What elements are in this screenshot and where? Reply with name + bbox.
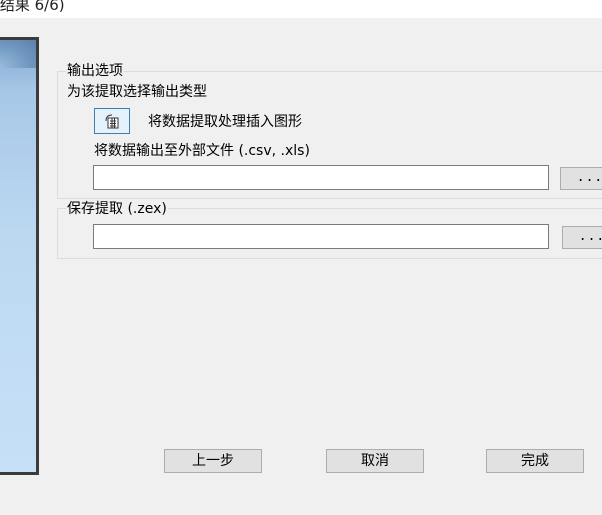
insert-graph-button[interactable] [94,108,130,134]
save-extraction-legend: 保存提取 (.zex) [66,201,168,217]
preview-image-corner [0,40,36,68]
finish-button[interactable]: 完成 [486,449,584,473]
back-button[interactable]: 上一步 [164,449,262,473]
graph-insert-icon [105,114,119,129]
output-options-legend: 输出选项 [66,63,124,79]
window-title: (结果 6/6) [0,0,65,14]
insert-graph-label: 将数据提取处理插入图形 [148,114,302,130]
title-bar: (结果 6/6) [0,0,602,18]
export-path-input[interactable] [93,165,549,190]
export-file-label: 将数据输出至外部文件 (.csv, .xls) [94,143,310,159]
output-type-subtitle: 为该提取选择输出类型 [67,84,207,100]
wizard-preview-image [0,37,39,475]
cancel-button[interactable]: 取消 [326,449,424,473]
save-path-input[interactable] [93,224,549,249]
save-browse-button[interactable]: ... [562,226,602,249]
export-browse-button[interactable]: ... [560,167,602,190]
